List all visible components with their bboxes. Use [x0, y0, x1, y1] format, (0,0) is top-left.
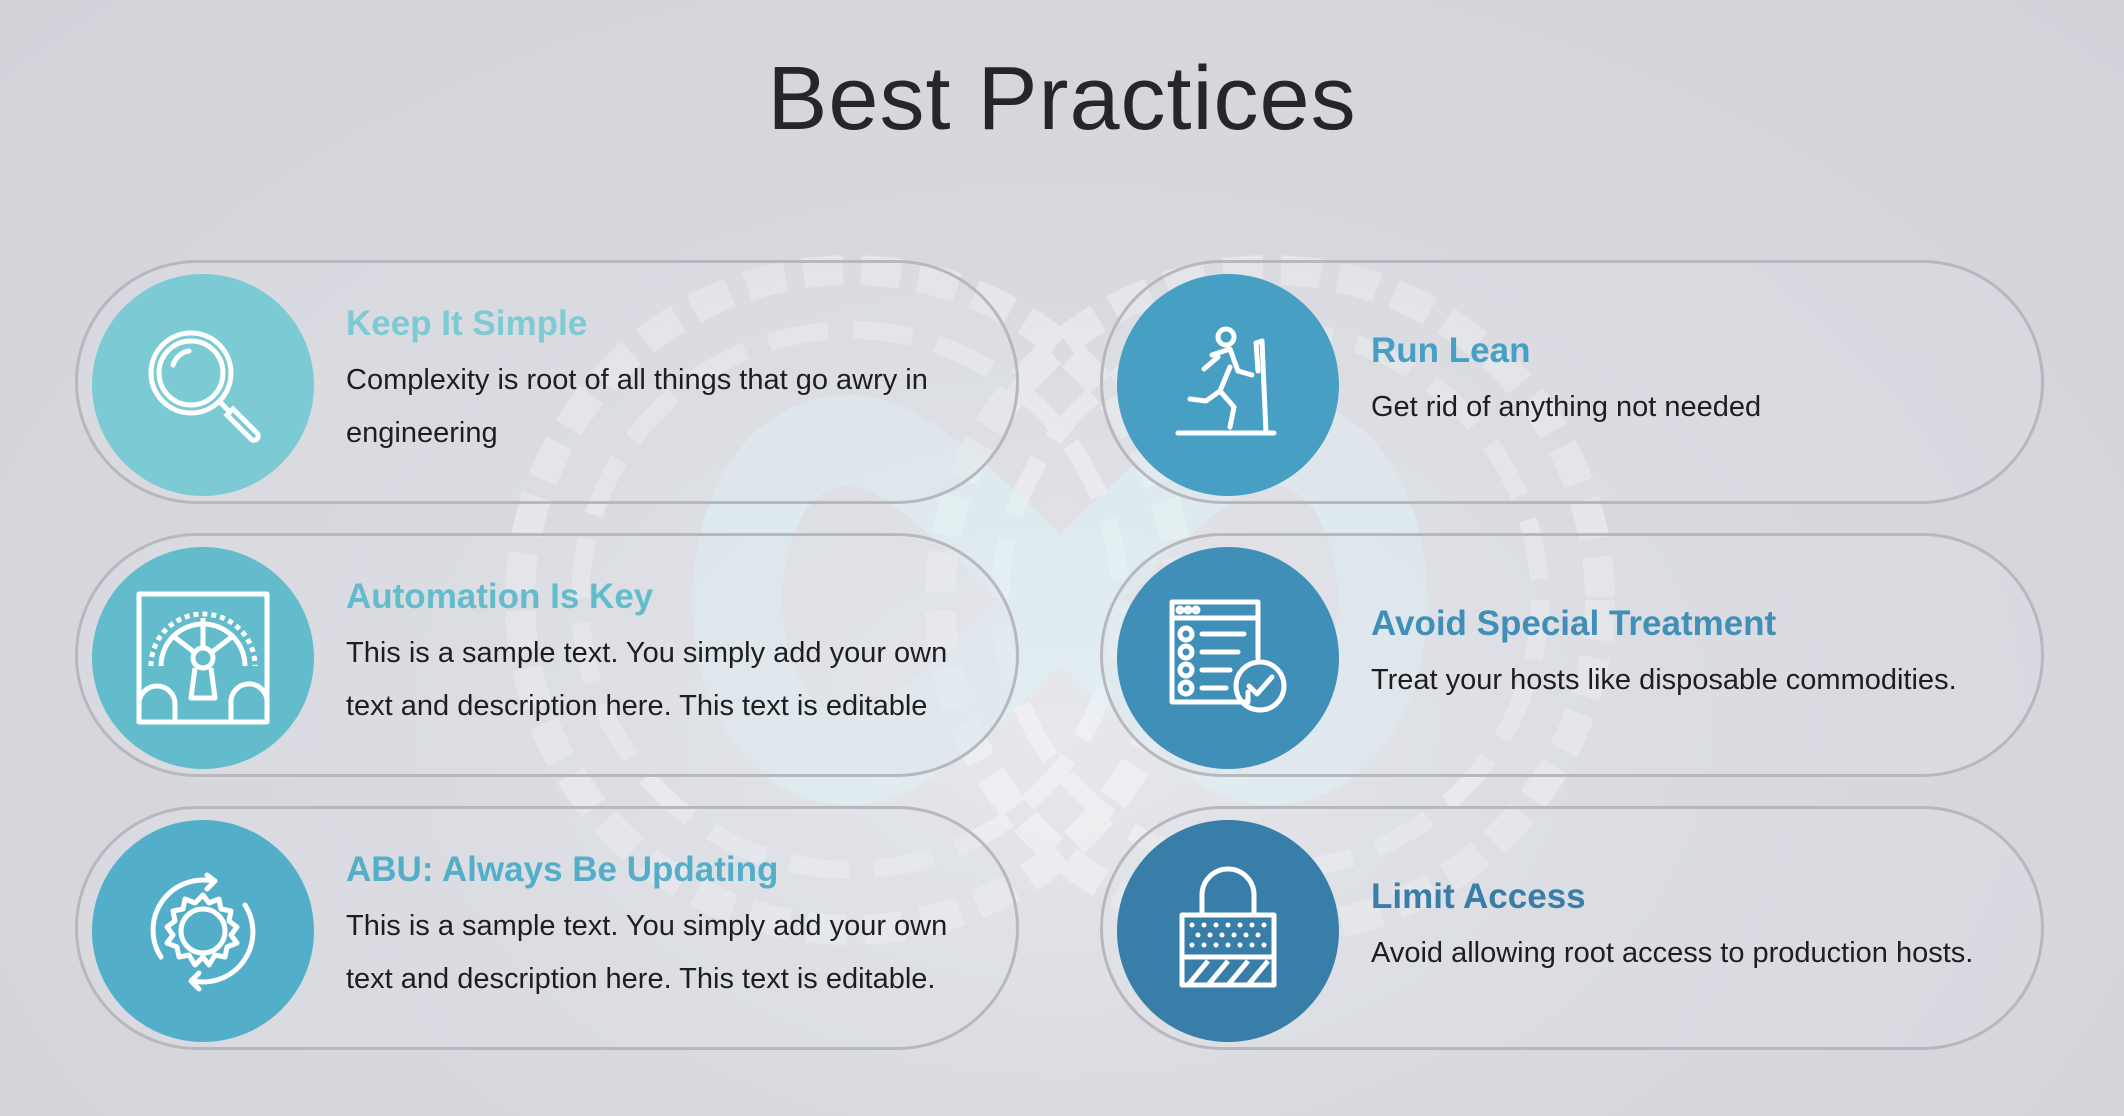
gear-refresh-icon: [150, 872, 256, 992]
card-title: ABU: Always Be Updating: [346, 850, 779, 889]
card-title: Run Lean: [1371, 330, 1531, 370]
card-description: Get rid of anything not needed: [1371, 390, 1762, 423]
card-description: Complexity is root of all things that go…: [346, 364, 928, 449]
card-title: Keep It Simple: [346, 304, 588, 343]
runner-icon: [1175, 326, 1277, 436]
card-title: Avoid Special Treatment: [1371, 603, 1777, 643]
icon-circle: [1117, 547, 1339, 769]
page-title: Best Practices: [767, 49, 1357, 149]
padlock-icon: [1179, 866, 1277, 988]
icon-circle: [92, 547, 314, 769]
practice-card-avoid-special-treatment: Avoid Special Treatment Treat your hosts…: [1100, 533, 2044, 777]
icon-circle: [92, 274, 314, 496]
practice-card-always-be-updating: ABU: Always Be Updating This is a sample…: [75, 806, 1019, 1050]
icon-circle: [1117, 274, 1339, 496]
card-title: Limit Access: [1371, 876, 1586, 916]
practice-card-automation-is-key: Automation Is Key This is a sample text.…: [75, 533, 1019, 777]
magnifier-icon: [148, 330, 261, 443]
card-description: Avoid allowing root access to production…: [1371, 936, 1974, 969]
icon-circle: [1117, 820, 1339, 1042]
checklist-icon: [1169, 599, 1287, 713]
icon-circle: [92, 820, 314, 1042]
card-description: This is a sample text. You simply add yo…: [346, 910, 948, 995]
practice-card-limit-access: Limit Access Avoid allowing root access …: [1100, 806, 2044, 1050]
card-title: Automation Is Key: [346, 577, 654, 616]
practice-card-run-lean: Run Lean Get rid of anything not needed: [1100, 260, 2044, 504]
gears-icon: [136, 591, 270, 725]
practice-card-keep-it-simple: Keep It Simple Complexity is root of all…: [75, 260, 1019, 504]
card-description: Treat your hosts like disposable commodi…: [1371, 663, 1957, 696]
card-description: This is a sample text. You simply add yo…: [346, 637, 948, 722]
